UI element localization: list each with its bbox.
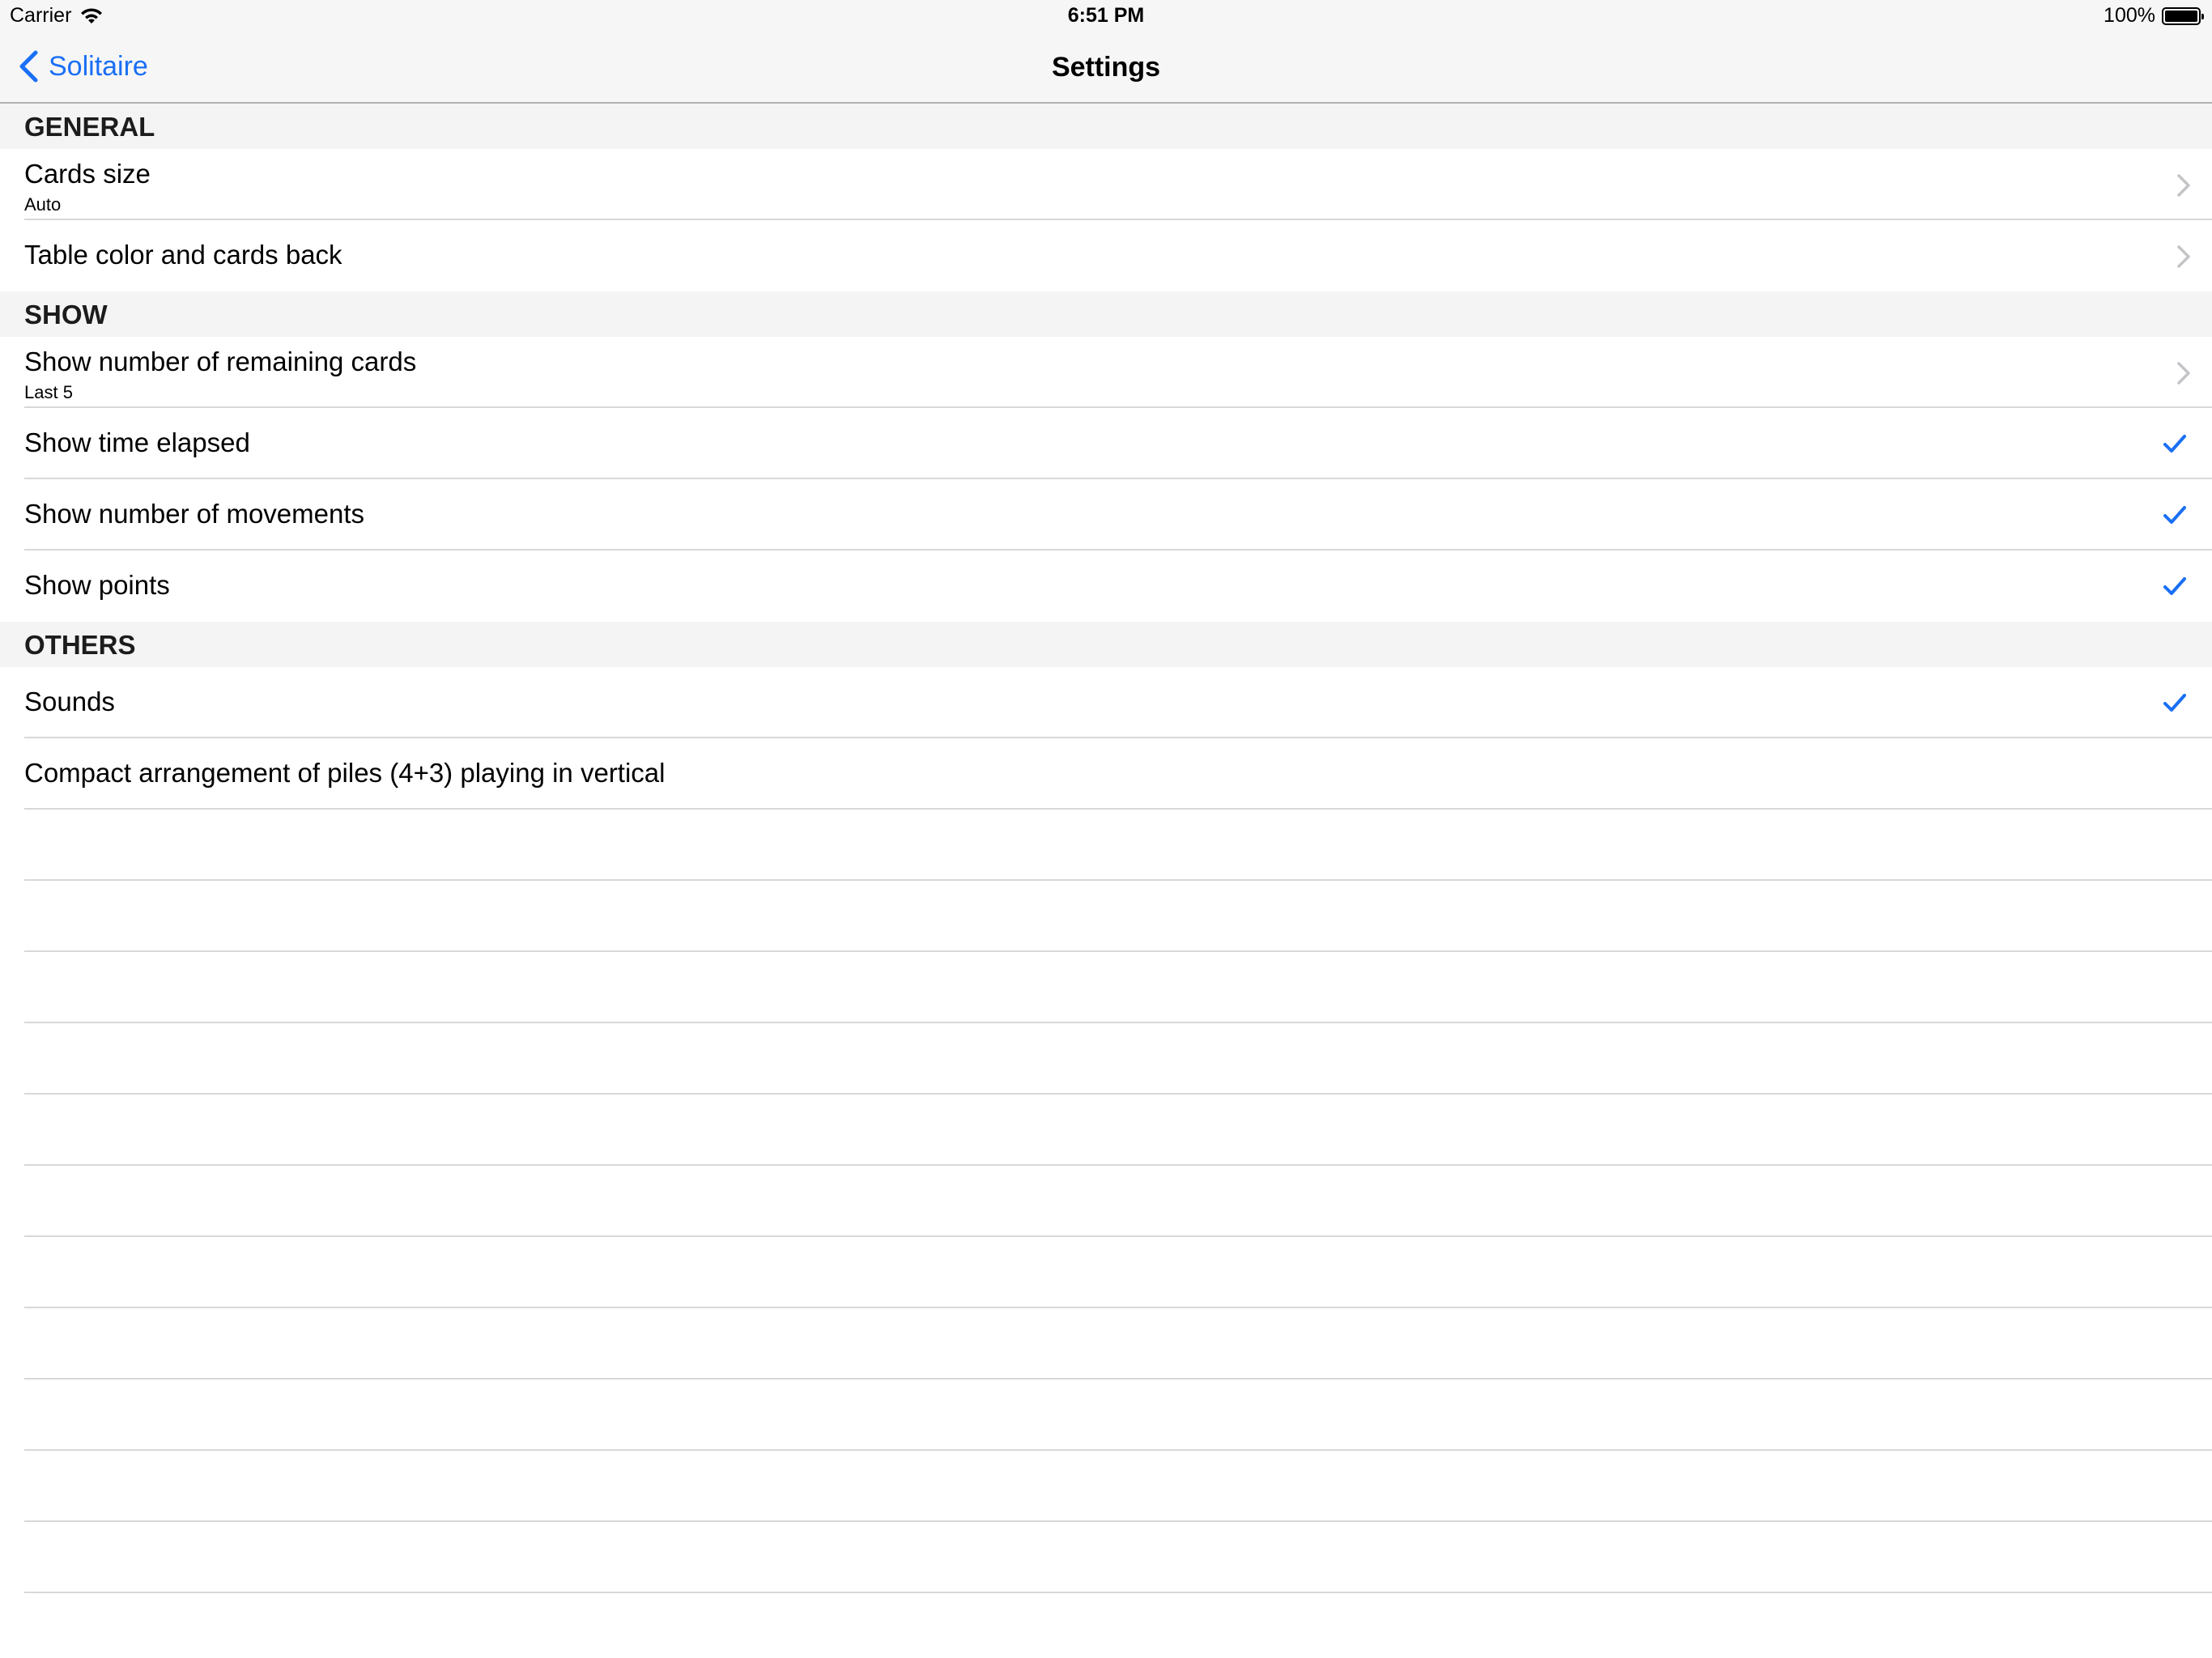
checkmark-icon [2163, 694, 2186, 712]
chevron-right-icon [2177, 174, 2190, 197]
cell-subtitle: Last 5 [24, 382, 73, 402]
empty-row [0, 1237, 2212, 1308]
empty-row [0, 810, 2212, 881]
cell-title: Show number of remaining cards [24, 346, 417, 376]
checkmark-icon [2163, 435, 2186, 453]
cell-title: Show points [24, 570, 170, 600]
checkmark-icon [2163, 577, 2186, 595]
cell-title: Show number of movements [24, 499, 365, 529]
cell-title: Cards size [24, 159, 151, 189]
cell-table-color[interactable]: Table color and cards back [0, 220, 2212, 291]
page-title: Settings [1051, 52, 1161, 83]
checkmark-icon [2163, 506, 2186, 524]
battery-icon [2162, 6, 2204, 25]
section-header-label: OTHERS [24, 630, 136, 660]
status-right: 100% [2104, 4, 2204, 28]
empty-row [0, 952, 2212, 1023]
cell-title: Table color and cards back [24, 240, 342, 270]
empty-row [0, 1380, 2212, 1451]
cell-title: Show time elapsed [24, 427, 250, 457]
section-header-label: SHOW [24, 300, 108, 329]
cell-points[interactable]: Show points [0, 551, 2212, 622]
navigation-bar: Solitaire Settings [0, 32, 2212, 104]
cell-remaining-cards[interactable]: Show number of remaining cards Last 5 [0, 337, 2212, 408]
settings-table: GENERAL Cards size Auto Table color and … [0, 104, 2212, 1593]
empty-row [0, 1166, 2212, 1237]
cell-compact-arrangement[interactable]: Compact arrangement of piles (4+3) playi… [0, 738, 2212, 810]
cell-time-elapsed[interactable]: Show time elapsed [0, 408, 2212, 479]
empty-row [0, 1451, 2212, 1522]
battery-percent: 100% [2104, 4, 2155, 27]
status-bar: Carrier 6:51 PM 100% [0, 0, 2212, 32]
cell-movements[interactable]: Show number of movements [0, 479, 2212, 551]
section-header-label: GENERAL [24, 112, 155, 142]
cell-title: Compact arrangement of piles (4+3) playi… [24, 758, 666, 788]
empty-row [0, 881, 2212, 952]
section-header-show: SHOW [0, 291, 2212, 337]
cell-cards-size[interactable]: Cards size Auto [0, 149, 2212, 220]
cell-subtitle: Auto [24, 194, 62, 215]
empty-row [0, 1308, 2212, 1380]
section-header-others: OTHERS [0, 622, 2212, 667]
empty-row [0, 1095, 2212, 1166]
empty-row [0, 1522, 2212, 1593]
cell-sounds[interactable]: Sounds [0, 667, 2212, 738]
chevron-right-icon [2177, 245, 2190, 268]
chevron-right-icon [2177, 362, 2190, 385]
empty-row [0, 1023, 2212, 1095]
section-header-general: GENERAL [0, 104, 2212, 149]
status-time: 6:51 PM [1067, 4, 1145, 27]
cell-title: Sounds [24, 687, 115, 716]
